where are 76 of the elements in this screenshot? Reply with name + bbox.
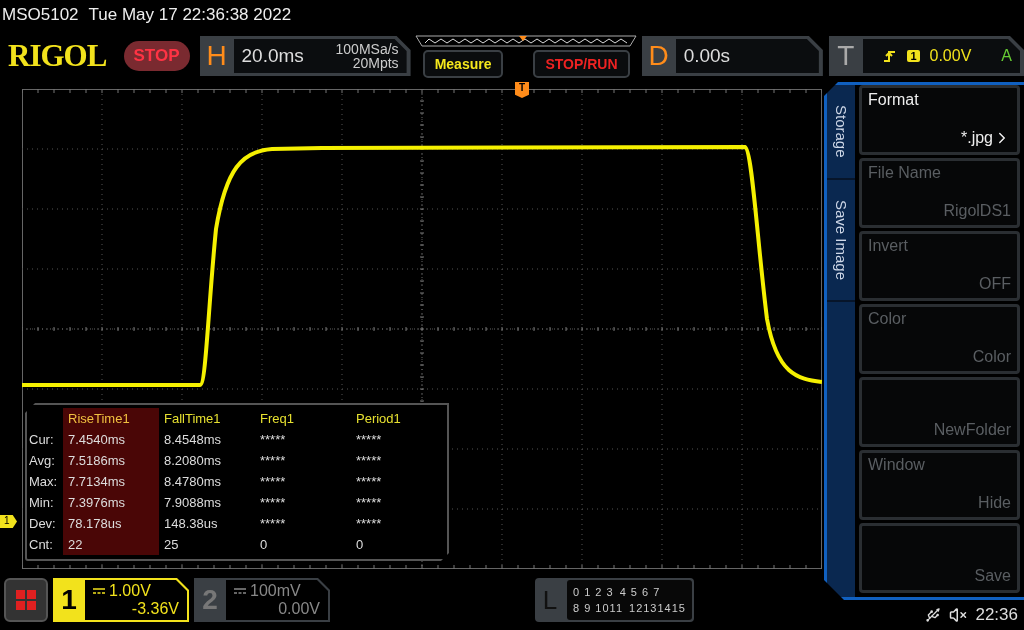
- trigger-position-marker: T: [515, 82, 529, 98]
- horizontal-label: H: [205, 39, 228, 73]
- row-label: Avg:: [28, 452, 56, 470]
- memory-depth: 20Mpts: [352, 56, 399, 70]
- dc-coupling-icon: [234, 588, 246, 594]
- row-label: Cnt:: [28, 536, 54, 554]
- model-name: MSO5102: [2, 5, 79, 25]
- measurement-value: 0: [355, 536, 365, 554]
- measurement-header[interactable]: RiseTime1: [63, 408, 159, 429]
- digital-channel-numbers: 4 5 6 7: [619, 586, 661, 598]
- vertical-offset: -3.36V: [131, 600, 179, 618]
- digital-channel-numbers: 0 1 2 3: [573, 586, 614, 598]
- dc-coupling-icon: [93, 588, 105, 594]
- delay-label: D: [647, 39, 670, 73]
- clock-time: 22:36: [975, 605, 1018, 625]
- measurement-header[interactable]: FallTime1: [159, 408, 255, 429]
- usb-icon: [925, 607, 942, 623]
- measurement-header[interactable]: Freq1: [255, 408, 351, 429]
- measurement-value: *****: [355, 431, 383, 449]
- trigger-level: 0.00V: [929, 47, 972, 65]
- row-label: Max:: [28, 473, 59, 491]
- measurement-value: *****: [259, 494, 287, 512]
- measurement-value: 25: [163, 536, 180, 554]
- stop-run-button[interactable]: STOP/RUN: [533, 49, 630, 78]
- measurement-value: *****: [355, 473, 383, 491]
- trigger-source: 1: [907, 50, 920, 62]
- row-label: Min:: [28, 494, 55, 512]
- measurement-value: *****: [259, 473, 287, 491]
- measurement-value: 7.5186ms: [63, 450, 159, 471]
- speaker-muted-icon: [949, 606, 968, 624]
- menu-softkey[interactable]: Format *.jpg: [859, 85, 1020, 155]
- sample-rate: 100MSa/s: [335, 42, 399, 56]
- row-label: Cur:: [28, 431, 55, 449]
- measurement-value: 148.38us: [163, 515, 219, 533]
- vertical-scale: 1.00V: [109, 582, 151, 600]
- measurement-value: 7.9088ms: [163, 494, 223, 512]
- digital-channel-numbers: 8 9 1011: [573, 602, 623, 614]
- apps-button[interactable]: [4, 578, 48, 622]
- measurement-value: *****: [355, 452, 383, 470]
- measurement-value: 8.4548ms: [163, 431, 223, 449]
- measurement-value: 8.2080ms: [163, 452, 223, 470]
- vertical-offset: 0.00V: [278, 600, 320, 618]
- rising-edge-icon: [883, 49, 898, 63]
- measure-button[interactable]: Measure: [422, 49, 504, 78]
- measurement-value: 7.3976ms: [63, 492, 159, 513]
- trigger-label: T: [836, 39, 856, 73]
- measurement-value: 8.4780ms: [163, 473, 223, 491]
- measurement-value: 7.4540ms: [63, 429, 159, 450]
- delay-value: 0.00s: [683, 45, 732, 67]
- grid-icon: [15, 589, 37, 611]
- measurement-value: *****: [259, 515, 287, 533]
- measurement-value: *****: [355, 515, 383, 533]
- channel-offset-marker: 1: [0, 515, 17, 528]
- measurement-value: *****: [259, 452, 287, 470]
- measurement-value: *****: [355, 494, 383, 512]
- measurement-value: 7.7134ms: [63, 471, 159, 492]
- measurement-value: 0: [259, 536, 269, 554]
- measurement-value: 78.178us: [63, 513, 159, 534]
- digital-channel-numbers: 12131415: [629, 602, 686, 614]
- timebase-value: 20.0ms: [241, 45, 305, 67]
- trigger-mode: A: [1001, 47, 1012, 65]
- trigger-panel[interactable]: T 1 0.00V A: [828, 36, 1024, 76]
- channel-tab[interactable]: 1 1.00V -3.36V: [53, 578, 189, 622]
- delay-panel[interactable]: D 0.00s: [641, 36, 823, 76]
- measurement-header[interactable]: Period1: [351, 408, 447, 429]
- channel-number: 2: [201, 583, 219, 617]
- logo: RIGOL: [8, 38, 108, 74]
- date-time: Tue May 17 22:36:38 2022: [88, 5, 292, 25]
- vertical-scale: 100mV: [250, 582, 301, 600]
- row-label: Dev:: [28, 515, 57, 533]
- horizontal-panel[interactable]: H 20.0ms 100MSa/s 20Mpts: [199, 36, 411, 76]
- measurement-value: 22: [63, 534, 159, 555]
- channel-number: 1: [60, 583, 78, 617]
- run-state-badge: STOP: [123, 41, 190, 71]
- measurement-value: *****: [259, 431, 287, 449]
- channel-tab[interactable]: 2 100mV 0.00V: [194, 578, 330, 622]
